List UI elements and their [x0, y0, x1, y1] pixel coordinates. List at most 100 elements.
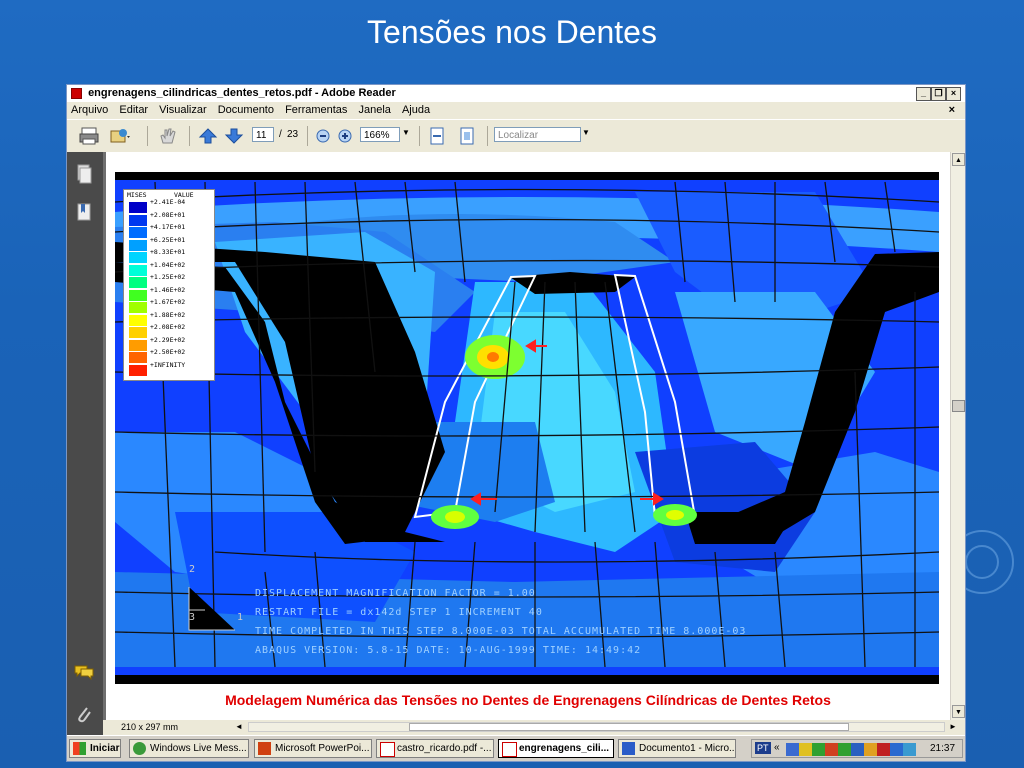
legend-swatch — [129, 227, 147, 238]
menu-item-editar[interactable]: Editar — [119, 104, 148, 116]
legend-header-left: MISES — [127, 191, 147, 199]
scroll-down-arrow-icon[interactable]: ▼ — [952, 705, 965, 718]
taskbar-item-adobe-reader[interactable]: engrenagens_cili... — [498, 739, 614, 758]
legend-value: +2.29E+02 — [150, 335, 186, 344]
page-total: 23 — [287, 129, 299, 140]
taskbar-item-powerpoint[interactable]: Microsoft PowerPoi... — [254, 739, 372, 758]
legend-value: +4.17E+01 — [150, 223, 186, 231]
toolbar-separator — [189, 126, 190, 146]
page-number-input[interactable]: 11 — [252, 127, 274, 142]
hand-tool-icon[interactable] — [157, 127, 179, 145]
messenger-icon — [133, 742, 146, 755]
status-bar: 210 x 297 mm ◄ ► — [103, 720, 965, 734]
adobe-reader-window: engrenagens_cilindricas_dentes_retos.pdf… — [66, 84, 966, 762]
figure-caption: Modelagem Numérica das Tensões no Dentes… — [225, 692, 831, 708]
menu-item-ajuda[interactable]: Ajuda — [402, 104, 430, 116]
menu-item-janela[interactable]: Janela — [358, 104, 390, 116]
pdf-icon — [71, 88, 82, 99]
legend-value: +1.46E+02 — [150, 285, 186, 294]
legend-swatch — [129, 314, 147, 326]
legend-swatch — [129, 352, 147, 363]
system-tray: PT « 21:37 — [751, 739, 963, 758]
horizontal-scrollbar[interactable] — [248, 722, 945, 732]
legend-swatch — [129, 364, 147, 376]
axis-label-z: 3 — [189, 612, 197, 623]
search-input[interactable]: Localizar — [494, 127, 581, 142]
decorative-ripple — [965, 545, 999, 579]
email-icon[interactable] — [109, 127, 131, 145]
pdf-icon — [502, 742, 517, 757]
taskbar-item-label: Microsoft PowerPoi... — [275, 743, 370, 754]
pdf-icon — [380, 742, 395, 757]
legend-swatch — [129, 264, 147, 276]
legend-value: +2.50E+02 — [150, 348, 186, 356]
document-view[interactable]: MISES VALUE +2.41E-04 +2.08E+01 +4.17E+01 +… — [103, 152, 950, 720]
pdf-page: MISES VALUE +2.41E-04 +2.08E+01 +4.17E+01 +… — [106, 152, 950, 720]
info-line: TIME COMPLETED IN THIS STEP 8.000E-03 TO… — [255, 626, 747, 637]
vertical-scrollbar[interactable]: ▲ ▼ — [950, 152, 965, 720]
menu-item-ferramentas[interactable]: Ferramentas — [285, 104, 347, 116]
attachments-icon[interactable] — [75, 704, 93, 726]
legend-swatch — [129, 277, 147, 288]
bookmarks-icon[interactable] — [75, 202, 93, 222]
info-line: ABAQUS VERSION: 5.8-15 DATE: 10-AUG-1999… — [255, 645, 642, 656]
toolbar-separator — [487, 126, 488, 146]
start-label: Iniciar — [90, 743, 120, 754]
scroll-thumb[interactable] — [952, 400, 965, 412]
minimize-button[interactable]: _ — [916, 87, 931, 101]
taskbar-item-messenger[interactable]: Windows Live Mess... — [129, 739, 249, 758]
previous-page-icon[interactable] — [198, 127, 218, 145]
fit-page-icon[interactable] — [459, 127, 475, 145]
taskbar-item-word[interactable]: Documento1 - Micro... — [618, 739, 736, 758]
menu-item-arquivo[interactable]: Arquivo — [71, 104, 108, 116]
menu-item-visualizar[interactable]: Visualizar — [159, 104, 207, 116]
taskbar-item-label: engrenagens_cili... — [519, 743, 610, 754]
info-line: DISPLACEMENT MAGNIFICATION FACTOR = 1.00 — [255, 588, 536, 599]
language-indicator[interactable]: PT — [755, 742, 771, 754]
scroll-up-arrow-icon[interactable]: ▲ — [952, 153, 965, 166]
legend-value: +1.88E+02 — [150, 310, 186, 319]
document-close-button[interactable]: × — [949, 102, 955, 119]
taskbar: Iniciar Windows Live Mess... Microsoft P… — [67, 735, 965, 761]
zoom-in-icon[interactable] — [337, 127, 353, 145]
toolbar-separator — [307, 126, 308, 146]
legend-swatch — [129, 339, 147, 351]
powerpoint-icon — [258, 742, 271, 755]
legend-value: +2.41E-04 — [150, 198, 186, 206]
zoom-select[interactable]: 166% — [360, 127, 400, 142]
zoom-dropdown-icon[interactable]: ▼ — [402, 128, 410, 137]
taskbar-item-label: Windows Live Mess... — [150, 743, 247, 754]
window-titlebar: engrenagens_cilindricas_dentes_retos.pdf… — [67, 85, 965, 102]
print-icon[interactable] — [79, 127, 99, 145]
tray-icons[interactable] — [786, 743, 916, 756]
page-size-label: 210 x 297 mm — [121, 722, 179, 732]
zoom-out-icon[interactable] — [315, 127, 331, 145]
legend-swatch — [129, 239, 147, 251]
scroll-left-arrow-icon[interactable]: ◄ — [235, 720, 243, 734]
legend-value: +1.04E+02 — [150, 260, 186, 269]
legend-swatch — [129, 202, 147, 213]
toolbar-separator — [147, 126, 148, 146]
legend-value: +1.25E+02 — [150, 273, 186, 281]
restore-button[interactable]: ❐ — [931, 87, 946, 101]
stress-legend: MISES VALUE +2.41E-04 +2.08E+01 +4.17E+01 +… — [123, 189, 215, 381]
taskbar-item-pdf[interactable]: castro_ricardo.pdf -... — [376, 739, 494, 758]
legend-swatch — [129, 327, 147, 338]
menu-item-documento[interactable]: Documento — [218, 104, 274, 116]
horizontal-scroll-thumb[interactable] — [409, 723, 849, 731]
tray-expand-icon[interactable]: « — [774, 742, 780, 753]
windows-logo-icon — [73, 742, 86, 755]
toolbar: 11 / 23 166% ▼ Localizar ▼ — [67, 119, 965, 153]
search-dropdown-icon[interactable]: ▼ — [582, 128, 590, 137]
axis-label-y: 2 — [189, 564, 197, 575]
fit-width-icon[interactable] — [429, 127, 445, 145]
next-page-icon[interactable] — [224, 127, 244, 145]
comments-icon[interactable] — [73, 664, 95, 680]
legend-value: +6.25E+01 — [150, 235, 186, 244]
close-button[interactable]: × — [946, 87, 961, 101]
scroll-right-arrow-icon[interactable]: ► — [949, 720, 957, 734]
legend-value: +1.67E+02 — [150, 298, 186, 306]
pages-icon[interactable] — [75, 164, 93, 184]
fea-stress-figure: MISES VALUE +2.41E-04 +2.08E+01 +4.17E+01 +… — [115, 172, 939, 684]
start-button[interactable]: Iniciar — [69, 739, 121, 758]
